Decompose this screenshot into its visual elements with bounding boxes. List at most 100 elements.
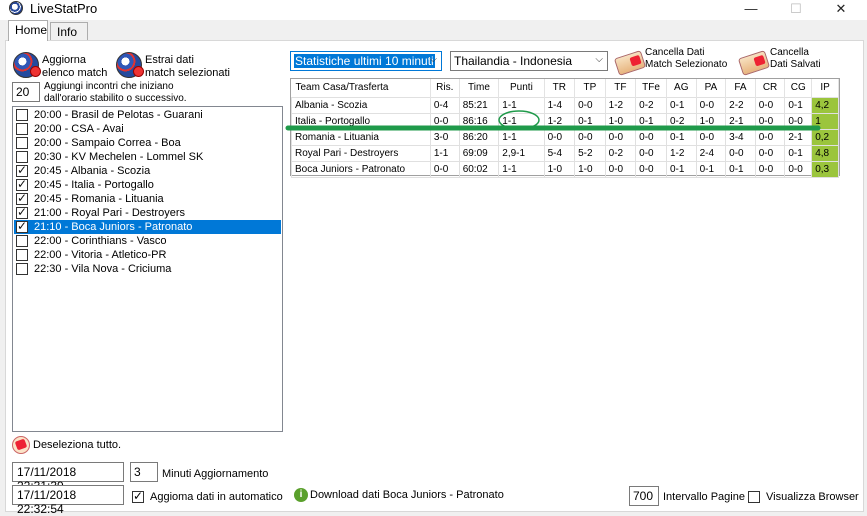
column-header[interactable]: TR: [544, 79, 576, 97]
interval-input[interactable]: 700: [629, 486, 659, 506]
table-cell: 1-0: [543, 160, 576, 178]
table-cell: 0-0: [604, 160, 637, 178]
match-checkbox[interactable]: [16, 123, 28, 135]
table-row[interactable]: Boca Juniors - Patronato 0-0 60:02 1-1 1-0 1-…: [291, 160, 839, 178]
minimize-button[interactable]: —: [728, 0, 774, 20]
eraser-icon: [14, 438, 28, 451]
column-header[interactable]: AG: [666, 79, 697, 97]
table-cell: 0-0: [429, 112, 460, 130]
match-checkbox[interactable]: [16, 151, 28, 163]
match-list-item[interactable]: 20:45 - Romania - Lituania: [14, 191, 281, 206]
match-list-item[interactable]: 20:00 - CSA - Avai: [14, 122, 281, 136]
table-cell: 85:21: [458, 96, 500, 114]
download-link[interactable]: Download dati Boca Juniors - Patronato: [310, 489, 504, 501]
column-header[interactable]: PA: [696, 79, 727, 97]
update-matches-button[interactable]: Aggiorna elenco match: [42, 54, 107, 80]
column-header[interactable]: Ris.: [430, 79, 460, 97]
table-cell: 0-1: [665, 160, 697, 178]
table-cell: Boca Juniors - Patronato: [291, 160, 431, 178]
add-count-input[interactable]: 20: [12, 82, 40, 102]
table-cell: 0,3: [811, 160, 839, 178]
clear-saved-button[interactable]: Cancella Dati Salvati: [770, 47, 821, 71]
table-cell: 3-4: [725, 128, 756, 146]
match-list-item[interactable]: 22:30 - Vila Nova - Criciuma: [14, 262, 281, 276]
column-header[interactable]: CR: [755, 79, 786, 97]
column-header[interactable]: FA: [725, 79, 756, 97]
match-checkbox[interactable]: [16, 177, 28, 191]
stat-period-value: Statistiche ultimi 10 minuti: [294, 54, 435, 68]
column-header[interactable]: Punti: [498, 79, 545, 97]
match-list-item[interactable]: 22:00 - Corinthians - Vasco: [14, 234, 281, 248]
table-cell: 86:16: [458, 112, 500, 130]
table-row[interactable]: Romania - Lituania 3-0 86:20 1-1 0-0 0-0 0-0 0-…: [291, 128, 839, 146]
match-list-item[interactable]: 20:45 - Albania - Scozia: [14, 163, 281, 178]
match-list-item[interactable]: 21:00 - Royal Pari - Destroyers: [14, 205, 281, 220]
next-update-datetime[interactable]: 17/11/2018 22:32:54: [12, 485, 124, 516]
title-bar: LiveStatPro — ☐ ✕: [0, 0, 867, 20]
match-checkbox[interactable]: [16, 263, 28, 275]
match-checkbox[interactable]: [16, 235, 28, 247]
extract-data-icon[interactable]: [116, 52, 144, 78]
match-checkbox[interactable]: [16, 191, 28, 205]
app-soccer-ball-icon: [9, 1, 23, 15]
clear-selected-button[interactable]: Cancella Dati Match Selezionato: [645, 47, 727, 71]
column-header[interactable]: CG: [784, 79, 813, 97]
column-header[interactable]: Team Casa/Trasferta: [291, 79, 431, 97]
column-header[interactable]: TF: [605, 79, 637, 97]
tab-home[interactable]: Home: [8, 20, 48, 41]
match-list-item[interactable]: 21:10 - Boca Juniors - Patronato: [14, 219, 281, 234]
update-matches-icon[interactable]: [13, 52, 41, 78]
table-cell: 0-0: [754, 160, 786, 178]
match-list-item[interactable]: 22:00 - Vitoria - Atletico-PR: [14, 248, 281, 262]
stat-period-select[interactable]: Statistiche ultimi 10 minuti ⌵: [290, 51, 442, 71]
table-cell: 5-2: [574, 144, 606, 162]
match-checkbox[interactable]: [16, 219, 28, 233]
match-checkbox[interactable]: [16, 163, 28, 177]
match-checkbox[interactable]: [16, 109, 28, 121]
column-header[interactable]: TP: [574, 79, 606, 97]
match-label: 20:30 - KV Mechelen - Lommel SK: [34, 151, 204, 163]
table-cell: 0-1: [665, 128, 697, 146]
table-row[interactable]: Italia - Portogallo 0-0 86:16 1-1 1-2 0-1 1-0 0…: [291, 112, 839, 130]
table-cell: 0-0: [635, 144, 667, 162]
last-update-datetime[interactable]: 17/11/2018 22:31:39: [12, 462, 124, 493]
extract-data-button[interactable]: Estrai dati match selezionati: [145, 54, 230, 80]
tab-bar: Home Info: [0, 20, 867, 41]
table-cell: 0-0: [784, 112, 813, 130]
tab-info[interactable]: Info: [50, 22, 88, 40]
column-header[interactable]: IP: [811, 79, 839, 97]
table-row[interactable]: Albania - Scozia 0-4 85:21 1-1 1-4 0-0 1-2 0-2 0…: [291, 96, 839, 114]
table-cell: 0-2: [635, 96, 667, 114]
deselect-icon[interactable]: [12, 436, 30, 454]
match-label: 20:00 - Brasil de Pelotas - Guarani: [34, 109, 203, 121]
auto-update-checkbox[interactable]: [132, 489, 144, 503]
match-list[interactable]: 20:00 - Brasil de Pelotas - Guarani 20:00…: [12, 106, 283, 432]
match-label: 22:30 - Vila Nova - Criciuma: [34, 263, 172, 275]
match-checkbox[interactable]: [16, 205, 28, 219]
browser-label: Visualizza Browser: [766, 491, 859, 503]
match-select[interactable]: Thailandia - Indonesia ⌵: [450, 51, 608, 71]
maximize-button[interactable]: ☐: [773, 0, 819, 20]
table-cell: 1: [811, 112, 839, 130]
deselect-all-button[interactable]: Deseleziona tutto.: [33, 439, 121, 451]
interval-label: Intervallo Pagine: [663, 491, 745, 503]
match-list-item[interactable]: 20:30 - KV Mechelen - Lommel SK: [14, 150, 281, 164]
match-list-item[interactable]: 20:00 - Brasil de Pelotas - Guarani: [14, 108, 281, 122]
match-label: 21:10 - Boca Juniors - Patronato: [34, 221, 193, 233]
stats-grid[interactable]: Team Casa/Trasferta Ris. Time Punti TR TP TF TF…: [290, 78, 840, 178]
minutes-input[interactable]: 3: [130, 462, 158, 482]
column-header[interactable]: Time: [459, 79, 500, 97]
table-cell: 1-0: [574, 160, 606, 178]
match-checkbox[interactable]: [16, 249, 28, 261]
match-list-item[interactable]: 20:45 - Italia - Portogallo: [14, 177, 281, 192]
table-cell: 0-0: [429, 160, 460, 178]
match-checkbox[interactable]: [16, 137, 28, 149]
browser-checkbox[interactable]: [748, 491, 760, 503]
close-button[interactable]: ✕: [818, 0, 864, 20]
match-list-item[interactable]: 20:00 - Sampaio Correa - Boa: [14, 136, 281, 150]
table-cell: 3-0: [429, 128, 460, 146]
column-header[interactable]: TFe: [635, 79, 667, 97]
table-cell: 0-0: [574, 96, 606, 114]
table-cell: 0-1: [574, 112, 606, 130]
table-row[interactable]: Royal Pari - Destroyers 1-1 69:09 2,9-1 5-4 5…: [291, 144, 839, 162]
